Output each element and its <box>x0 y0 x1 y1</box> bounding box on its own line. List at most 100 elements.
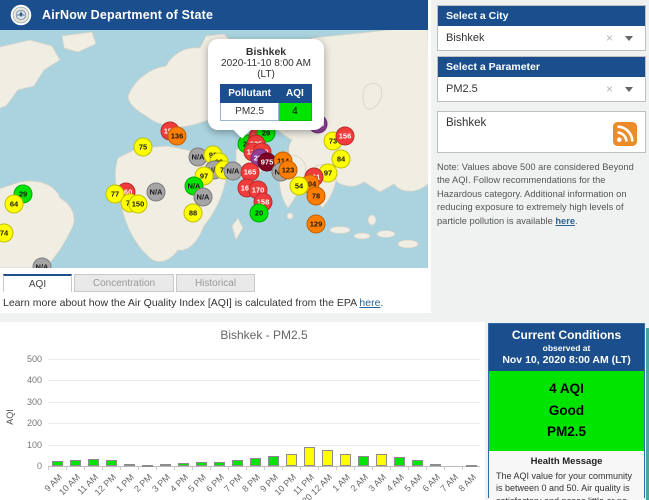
y-axis-tick-label: 400 <box>12 375 42 385</box>
aqi-bar <box>232 460 243 466</box>
x-axis-tick <box>318 466 319 470</box>
chart-gridline <box>48 359 480 360</box>
aqi-bar <box>322 450 333 466</box>
airnow-dos-page: AirNow Department of State <box>0 0 649 500</box>
x-axis-tick <box>372 466 373 470</box>
aqi-bar <box>52 461 63 466</box>
x-axis-tick <box>408 466 409 470</box>
aqi-bar <box>412 460 423 466</box>
app-header: AirNow Department of State <box>0 0 428 30</box>
current-aqi-block: 4 AQI Good PM2.5 <box>489 371 644 451</box>
city-clear-icon[interactable]: × <box>606 31 613 45</box>
x-axis-tick <box>336 466 337 470</box>
aqi-bar <box>196 462 207 466</box>
y-axis-tick-label: 200 <box>12 418 42 428</box>
rss-icon[interactable] <box>613 122 637 146</box>
y-axis-tick-label: 0 <box>12 461 42 471</box>
aqi-marker[interactable]: 88 <box>184 204 203 223</box>
popup-city: Bishkek <box>212 46 320 58</box>
aqi-marker[interactable]: 64 <box>5 195 24 214</box>
select-city-header: Select a City <box>438 6 645 26</box>
aqi-bar <box>376 454 387 466</box>
aqi-bar <box>70 460 81 466</box>
learn-more-text-end: . <box>380 297 383 309</box>
popup-aqi-value: 4 <box>279 103 312 121</box>
y-axis-tick-label: 100 <box>12 440 42 450</box>
aqi-bar <box>88 459 99 466</box>
aqi-bar <box>106 460 117 466</box>
health-message-block: Health Message The AQI value for your co… <box>489 451 644 500</box>
aqi-bar <box>358 456 369 466</box>
rss-city-label: Bishkek <box>446 117 486 129</box>
city-select[interactable]: Bishkek × <box>438 26 645 50</box>
state-department-seal-icon <box>10 4 32 26</box>
tab-bar: AQI Concentration Historical <box>3 274 255 292</box>
x-axis-tick <box>228 466 229 470</box>
x-axis-tick <box>120 466 121 470</box>
note-text: Note: Values above 500 are considered Be… <box>437 162 634 226</box>
current-aqi-value: 4 AQI <box>489 378 644 400</box>
parameter-clear-icon[interactable]: × <box>606 82 613 96</box>
aqi-bar <box>142 465 153 467</box>
aqi-bar <box>430 464 441 466</box>
note-here-link[interactable]: here <box>555 216 575 226</box>
observed-at-label: observed at <box>491 343 642 353</box>
popup-datetime: 2020-11-10 8:00 AM <box>212 58 320 69</box>
aqi-bar <box>160 464 171 466</box>
aqi-bar <box>466 465 477 467</box>
aqi-marker[interactable]: 156 <box>336 127 355 146</box>
x-axis-tick <box>192 466 193 470</box>
current-aqi-pollutant: PM2.5 <box>489 421 644 443</box>
map-popup: Bishkek 2020-11-10 8:00 AM (LT) Pollutan… <box>208 39 324 130</box>
aqi-bar <box>340 454 351 466</box>
y-axis-tick-label: 300 <box>12 397 42 407</box>
tab-historical[interactable]: Historical <box>176 274 255 292</box>
popup-aqi-header: AQI <box>279 85 312 103</box>
chart-gridline <box>48 402 480 403</box>
current-conditions-title: Current Conditions <box>491 328 642 342</box>
x-axis-tick <box>300 466 301 470</box>
aqi-marker[interactable]: 54 <box>290 177 309 196</box>
city-caret-icon[interactable] <box>625 36 633 41</box>
aqi-bar <box>214 462 225 466</box>
current-conditions-header: Current Conditions observed at Nov 10, 2… <box>489 324 644 371</box>
parameter-caret-icon[interactable] <box>625 87 633 92</box>
x-axis-tick <box>426 466 427 470</box>
beyond-aqi-note: Note: Values above 500 are considered Be… <box>437 161 643 228</box>
chart-gridline <box>48 380 480 381</box>
x-axis-tick <box>138 466 139 470</box>
health-message-text: The AQI value for your community is betw… <box>496 470 637 500</box>
select-parameter-header: Select a Parameter <box>438 57 645 77</box>
x-axis-tick <box>444 466 445 470</box>
x-axis-tick <box>66 466 67 470</box>
note-text-end: . <box>575 216 578 226</box>
popup-pollutant-header: Pollutant <box>221 85 279 103</box>
popup-timezone: (LT) <box>212 69 320 80</box>
x-axis-tick <box>48 466 49 470</box>
select-city-panel: Select a City Bishkek × <box>437 5 646 51</box>
tab-aqi[interactable]: AQI <box>3 274 72 292</box>
aqi-marker[interactable]: 78 <box>307 187 326 206</box>
map[interactable]: 296474N/A15613675N/A9299N/A77N/A97N/AN/A… <box>0 30 428 268</box>
observed-datetime: Nov 10, 2020 8:00 AM (LT) <box>491 354 642 366</box>
tab-concentration[interactable]: Concentration <box>74 274 174 292</box>
aqi-marker[interactable]: 75 <box>134 138 153 157</box>
aqi-marker[interactable]: N/A <box>147 183 166 202</box>
aqi-bar <box>394 457 405 466</box>
aqi-marker[interactable]: 129 <box>307 215 326 234</box>
popup-aqi-table: Pollutant AQI PM2.5 4 <box>220 84 312 121</box>
x-axis-tick <box>84 466 85 470</box>
chart-gridline <box>48 423 480 424</box>
parameter-select-value: PM2.5 <box>446 83 478 95</box>
y-axis-tick-label: 500 <box>12 354 42 364</box>
aqi-bar <box>250 458 261 466</box>
aqi-bar-chart: Bishkek - PM2.5 AQI 01002003004005009 AM… <box>0 322 485 500</box>
health-message-title: Health Message <box>496 456 637 467</box>
learn-more-here-link[interactable]: here <box>359 297 380 309</box>
aqi-marker[interactable]: 20 <box>250 204 269 223</box>
aqi-marker[interactable]: 136 <box>168 127 187 146</box>
aqi-marker[interactable]: 150 <box>129 195 148 214</box>
city-select-value: Bishkek <box>446 32 485 44</box>
parameter-select[interactable]: PM2.5 × <box>438 77 645 101</box>
aqi-bar <box>268 456 279 466</box>
